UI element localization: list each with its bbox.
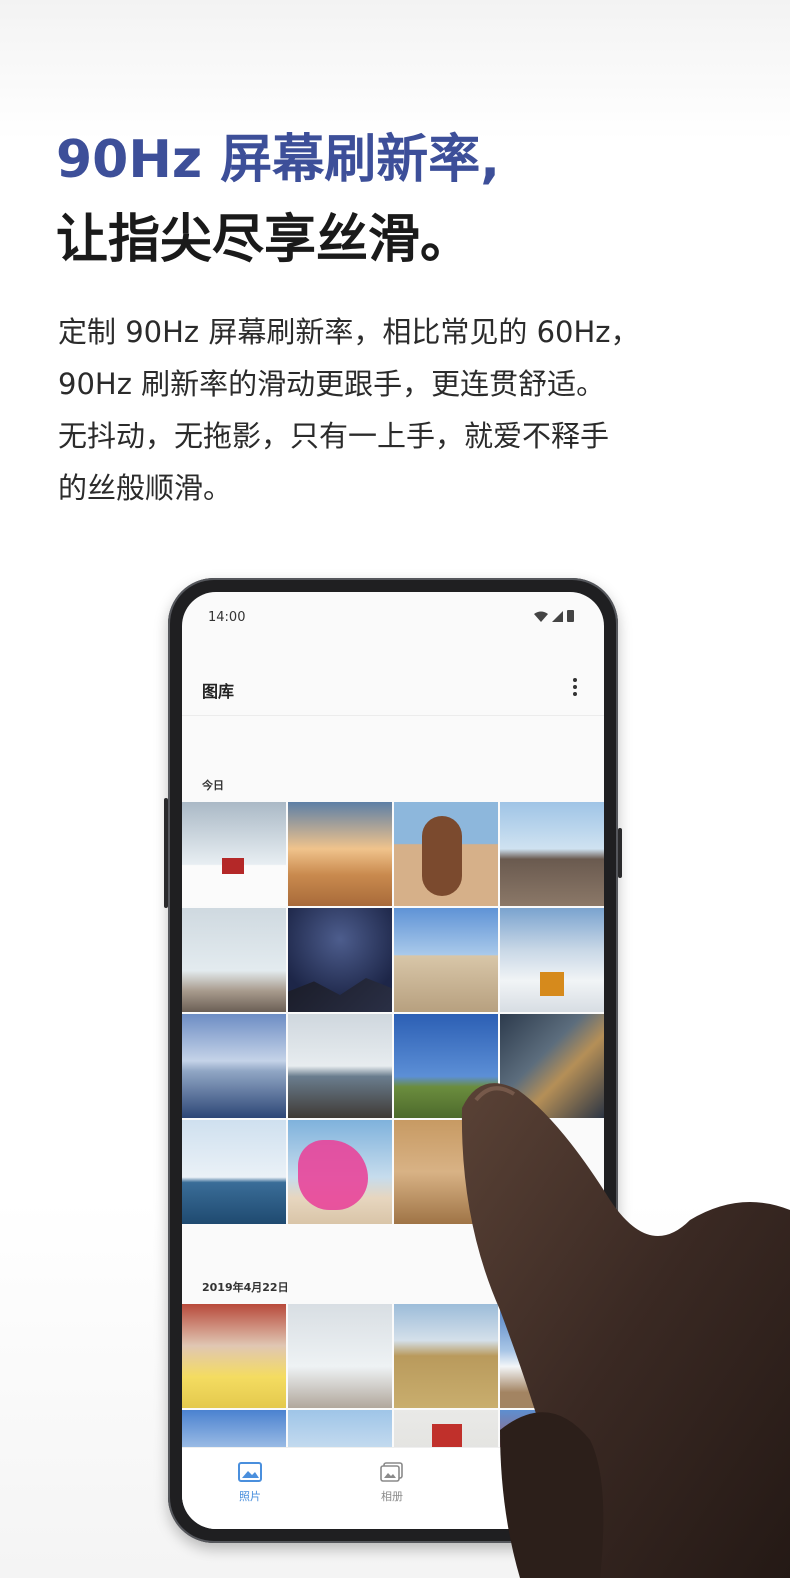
section-label-date: 2019年4月22日 — [202, 1281, 289, 1294]
bottom-navigation: 照片 相册 — [182, 1447, 604, 1529]
photo-thumbnail[interactable] — [394, 1120, 498, 1224]
app-bar: 图库 — [182, 662, 604, 716]
wifi-icon — [534, 611, 548, 622]
grid-empty-cell — [500, 1120, 604, 1224]
photo-thumbnail[interactable] — [500, 1304, 604, 1408]
album-icon — [380, 1462, 403, 1482]
battery-icon — [567, 610, 574, 622]
volume-button — [164, 798, 168, 908]
power-button — [618, 828, 622, 878]
more-vertical-icon[interactable] — [570, 675, 580, 699]
status-bar: 14:00 — [182, 592, 604, 632]
photo-thumbnail[interactable] — [182, 1304, 286, 1408]
body-line: 定制 90Hz 屏幕刷新率，相比常见的 60Hz， — [58, 315, 640, 349]
headline: 90Hz 屏幕刷新率, 让指尖尽享丝滑。 — [56, 120, 500, 280]
photo-thumbnail[interactable] — [288, 908, 392, 1012]
headline-line-2: 让指尖尽享丝滑。 — [56, 210, 473, 270]
photo-thumbnail[interactable] — [182, 802, 286, 906]
photo-thumbnail[interactable] — [500, 908, 604, 1012]
photo-thumbnail[interactable] — [182, 1014, 286, 1118]
nav-label-photos: 照片 — [239, 1490, 261, 1503]
body-line: 90Hz 刷新率的滑动更跟手，更连贯舒适。 — [58, 367, 606, 401]
photo-thumbnail[interactable] — [182, 908, 286, 1012]
photo-thumbnail[interactable] — [500, 802, 604, 906]
section-label-today: 今日 — [202, 779, 224, 792]
nav-label-albums: 相册 — [381, 1490, 403, 1503]
phone-mockup: 14:00 图库 今日 2019年4月22日 照片 相册 — [164, 578, 622, 1543]
signal-icon — [552, 610, 563, 622]
body-line: 的丝般顺滑。 — [58, 471, 233, 505]
nav-tab-photos[interactable]: 照片 — [220, 1462, 280, 1504]
phone-screen: 14:00 图库 今日 2019年4月22日 照片 相册 — [182, 592, 604, 1529]
headline-line-1: 90Hz 屏幕刷新率, — [56, 130, 501, 190]
photo-grid-today — [182, 802, 604, 1224]
photo-thumbnail[interactable] — [288, 802, 392, 906]
status-time: 14:00 — [208, 610, 246, 625]
photo-thumbnail[interactable] — [394, 802, 498, 906]
photo-thumbnail[interactable] — [394, 1304, 498, 1408]
photo-thumbnail[interactable] — [288, 1304, 392, 1408]
photo-thumbnail[interactable] — [288, 1014, 392, 1118]
photo-thumbnail[interactable] — [394, 1014, 498, 1118]
photo-thumbnail[interactable] — [394, 908, 498, 1012]
body-copy: 定制 90Hz 屏幕刷新率，相比常见的 60Hz， 90Hz 刷新率的滑动更跟手… — [58, 306, 738, 514]
photo-thumbnail[interactable] — [288, 1120, 392, 1224]
photo-icon — [238, 1462, 262, 1482]
nav-tab-albums[interactable]: 相册 — [362, 1462, 422, 1504]
body-line: 无抖动，无拖影，只有一上手，就爱不释手 — [58, 419, 610, 453]
photo-thumbnail[interactable] — [182, 1120, 286, 1224]
app-title: 图库 — [202, 682, 235, 701]
photo-thumbnail[interactable] — [500, 1014, 604, 1118]
